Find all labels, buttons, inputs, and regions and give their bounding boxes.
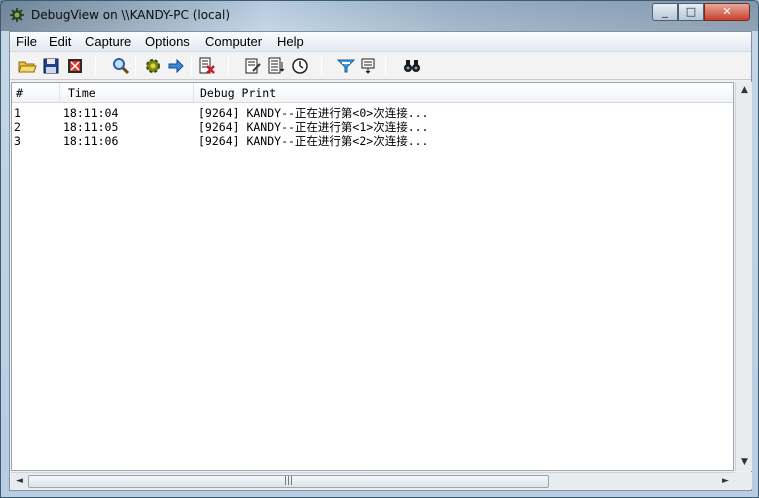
row-debug-message: [9264] KANDY--正在进行第<0>次连接... — [198, 106, 429, 120]
client-area: File Edit Capture Options Computer Help — [9, 31, 752, 491]
toolbar — [10, 53, 751, 80]
menu-computer[interactable]: Computer — [205, 34, 262, 49]
clear-log-icon[interactable] — [197, 56, 217, 76]
row-debug-message: [9264] KANDY--正在进行第<1>次连接... — [198, 120, 429, 134]
toolbar-separator — [385, 57, 386, 75]
minimize-button[interactable]: _ — [652, 3, 678, 21]
column-header-time[interactable]: Time — [60, 83, 194, 103]
options-icon[interactable] — [358, 56, 378, 76]
scroll-left-arrow-icon[interactable]: ◄ — [11, 473, 28, 490]
toolbar-separator — [228, 57, 229, 75]
title-bar[interactable]: DebugView on \\KANDY-PC (local) _ □ ✕ — [1, 1, 758, 31]
binoculars-find-icon[interactable] — [402, 56, 422, 76]
debug-output-list[interactable]: # Time Debug Print 1 18:11:04 [9264] KAN… — [11, 82, 734, 471]
horizontal-scroll-thumb[interactable]: ||| — [28, 475, 549, 488]
capture-settings-gear-icon[interactable] — [143, 56, 163, 76]
column-header-row: # Time Debug Print — [12, 83, 733, 103]
find-icon[interactable] — [111, 56, 131, 76]
time-clock-icon[interactable] — [290, 56, 310, 76]
row-time: 18:11:05 — [63, 120, 119, 134]
row-number: 2 — [14, 120, 21, 134]
toolbar-separator — [135, 57, 136, 75]
maximize-button[interactable]: □ — [678, 3, 704, 21]
clear-display-icon[interactable] — [65, 56, 85, 76]
minimize-icon: _ — [662, 5, 668, 18]
column-header-debug-print[interactable]: Debug Print — [194, 83, 733, 103]
menu-capture[interactable]: Capture — [85, 34, 131, 49]
debugview-window: DebugView on \\KANDY-PC (local) _ □ ✕ Fi… — [0, 0, 759, 498]
menu-edit[interactable]: Edit — [49, 34, 71, 49]
autoscroll-arrow-icon[interactable] — [166, 56, 186, 76]
maximize-icon: □ — [685, 5, 697, 18]
debugview-app-icon — [10, 8, 24, 22]
menu-help[interactable]: Help — [277, 34, 304, 49]
close-icon: ✕ — [722, 5, 732, 18]
row-time: 18:11:06 — [63, 134, 119, 148]
horizontal-scrollbar[interactable]: ◄ ||| ► — [11, 472, 735, 489]
column-header-number[interactable]: # — [12, 83, 60, 103]
vertical-scrollbar[interactable]: ▲ ▼ — [735, 82, 752, 471]
row-debug-message: [9264] KANDY--正在进行第<2>次连接... — [198, 134, 429, 148]
highlight-filter-icon[interactable] — [336, 56, 356, 76]
scrollbar-corner — [735, 472, 752, 489]
table-row[interactable]: 2 18:11:05 [9264] KANDY--正在进行第<1>次连接... — [12, 120, 733, 134]
edit-filter-icon[interactable] — [243, 56, 263, 76]
table-row[interactable]: 3 18:11:06 [9264] KANDY--正在进行第<2>次连接... — [12, 134, 733, 148]
toolbar-separator — [321, 57, 322, 75]
menu-file[interactable]: File — [16, 34, 37, 49]
scroll-up-arrow-icon[interactable]: ▲ — [736, 82, 753, 99]
scroll-down-arrow-icon[interactable]: ▼ — [736, 454, 753, 471]
open-folder-icon[interactable] — [17, 56, 37, 76]
close-button[interactable]: ✕ — [704, 3, 750, 21]
window-title: DebugView on \\KANDY-PC (local) — [31, 8, 231, 22]
toolbar-separator — [191, 57, 192, 75]
menu-bar: File Edit Capture Options Computer Help — [10, 32, 751, 52]
menu-options[interactable]: Options — [145, 34, 190, 49]
history-depth-icon[interactable] — [266, 56, 286, 76]
toolbar-separator — [95, 57, 96, 75]
row-number: 3 — [14, 134, 21, 148]
save-icon[interactable] — [41, 56, 61, 76]
row-number: 1 — [14, 106, 21, 120]
scroll-right-arrow-icon[interactable]: ► — [717, 473, 734, 490]
table-row[interactable]: 1 18:11:04 [9264] KANDY--正在进行第<0>次连接... — [12, 106, 733, 120]
row-time: 18:11:04 — [63, 106, 119, 120]
scroll-grip-icon: ||| — [283, 476, 294, 486]
